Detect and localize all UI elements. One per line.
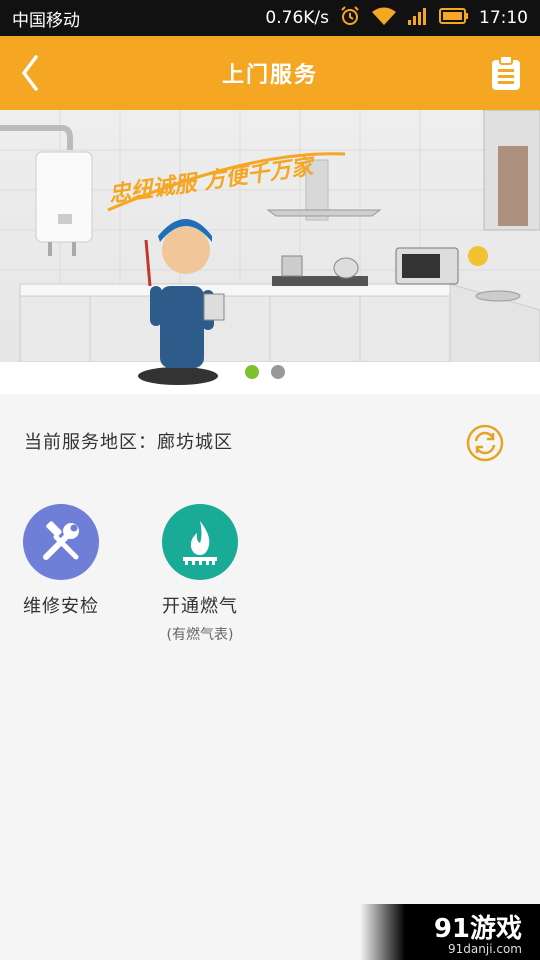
watermark-logo: 91游戏 [433, 914, 522, 944]
page-title: 上门服务 [221, 63, 318, 88]
wifi-icon [371, 6, 397, 31]
service-icon-circle [162, 504, 238, 580]
service-area-label: 当前服务地区：廊坊城区 [24, 432, 233, 453]
status-bar: 中国移动 0.76K/s 17:10 [0, 0, 540, 36]
battery-icon [439, 7, 469, 30]
network-speed: 0.76K/s [265, 8, 329, 28]
back-button[interactable] [10, 50, 50, 96]
service-repair-inspection[interactable]: 维修安检 [6, 504, 116, 618]
clipboard-icon [492, 55, 520, 90]
refresh-icon [466, 424, 504, 462]
service-sublabel: (有燃气表) [166, 627, 234, 643]
chevron-left-icon [21, 55, 38, 91]
water-heater-illustration [0, 125, 93, 256]
service-icon-circle [23, 504, 99, 580]
clock: 17:10 [479, 8, 528, 28]
service-label: 维修安检 [23, 596, 99, 617]
order-list-button[interactable] [490, 55, 522, 91]
shelf-illustration [483, 110, 540, 231]
refresh-button[interactable] [466, 424, 504, 462]
site-watermark: 91游戏 91danji.com [360, 904, 540, 960]
flame-icon [183, 521, 217, 565]
carousel-dot-active [245, 365, 259, 379]
app-header: 上门服务 [0, 36, 540, 110]
signal-icon [407, 6, 429, 31]
service-gas-activation[interactable]: 开通燃气 (有燃气表) [145, 504, 255, 644]
banner-slogan: 忠纽诚服 方便千万家 [107, 153, 317, 208]
tools-icon [43, 521, 79, 560]
service-label: 开通燃气 [162, 596, 238, 617]
alarm-icon [339, 5, 361, 32]
watermark-url: 91danji.com [448, 942, 522, 956]
carousel-dot [271, 365, 285, 379]
status-icons: 0.76K/s 17:10 [265, 5, 528, 32]
service-area-row: 当前服务地区：廊坊城区 [0, 410, 540, 474]
carrier-name: 中国移动 [12, 10, 80, 31]
promo-banner[interactable]: 忠纽诚服 方便千万家 [0, 110, 540, 394]
